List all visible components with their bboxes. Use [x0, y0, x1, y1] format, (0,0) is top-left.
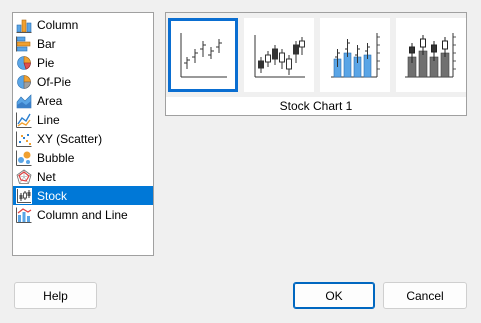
chart-type-xy-scatter[interactable]: XY (Scatter)	[13, 129, 153, 148]
chart-type-label: Line	[37, 112, 60, 127]
stock-chart-4-icon	[405, 33, 456, 78]
chart-type-label: Bar	[37, 36, 56, 51]
cancel-button[interactable]: Cancel	[383, 282, 467, 309]
chart-type-list[interactable]: Column Bar Pie Of-Pie Area Line XY (Scat…	[12, 12, 154, 256]
chart-type-of-pie[interactable]: Of-Pie	[13, 72, 153, 91]
chart-type-label: Column	[37, 17, 79, 32]
pie-chart-icon	[16, 55, 32, 71]
chart-type-line[interactable]: Line	[13, 110, 153, 129]
stock-chart-icon	[16, 187, 32, 204]
chart-type-column[interactable]: Column	[13, 15, 153, 34]
column-and-line-chart-icon	[16, 207, 32, 223]
chart-type-net[interactable]: Net	[13, 167, 153, 186]
chart-type-bubble[interactable]: Bubble	[13, 148, 153, 167]
chart-type-area[interactable]: Area	[13, 91, 153, 110]
stock-chart-3-option[interactable]	[320, 18, 390, 92]
chart-type-label: Column and Line	[37, 207, 128, 222]
scatter-chart-icon	[16, 131, 32, 147]
chart-subtype-row	[166, 13, 466, 97]
chart-type-label: Area	[37, 93, 63, 108]
chart-subtype-panel: Stock Chart 1	[165, 12, 467, 116]
of-pie-chart-icon	[16, 74, 32, 90]
stock-chart-2-option[interactable]	[244, 18, 314, 92]
net-chart-icon	[16, 169, 32, 185]
chart-type-label: Stock	[37, 188, 68, 203]
column-chart-icon	[16, 17, 32, 33]
chart-type-label: XY (Scatter)	[37, 131, 103, 146]
chart-type-label: Net	[37, 169, 56, 184]
chart-type-label: Of-Pie	[37, 74, 72, 89]
bar-chart-icon	[16, 36, 32, 52]
area-chart-icon	[16, 93, 32, 109]
stock-chart-1-option[interactable]	[168, 18, 238, 92]
chart-type-pie[interactable]: Pie	[13, 53, 153, 72]
subtype-caption: Stock Chart 1	[279, 99, 353, 113]
chart-type-bar[interactable]: Bar	[13, 34, 153, 53]
stock-chart-1-icon	[180, 33, 227, 78]
stock-chart-2-icon	[254, 35, 305, 78]
bubble-chart-icon	[16, 150, 32, 166]
chart-type-stock[interactable]: Stock	[13, 186, 153, 205]
stock-chart-4-option[interactable]	[396, 18, 466, 92]
chart-type-column-and-line[interactable]: Column and Line	[13, 205, 153, 224]
line-chart-icon	[16, 112, 32, 128]
ok-button[interactable]: OK	[293, 282, 375, 309]
stock-chart-3-icon	[331, 33, 380, 78]
chart-type-label: Pie	[37, 55, 55, 70]
help-button[interactable]: Help	[14, 282, 97, 309]
chart-type-label: Bubble	[37, 150, 75, 165]
